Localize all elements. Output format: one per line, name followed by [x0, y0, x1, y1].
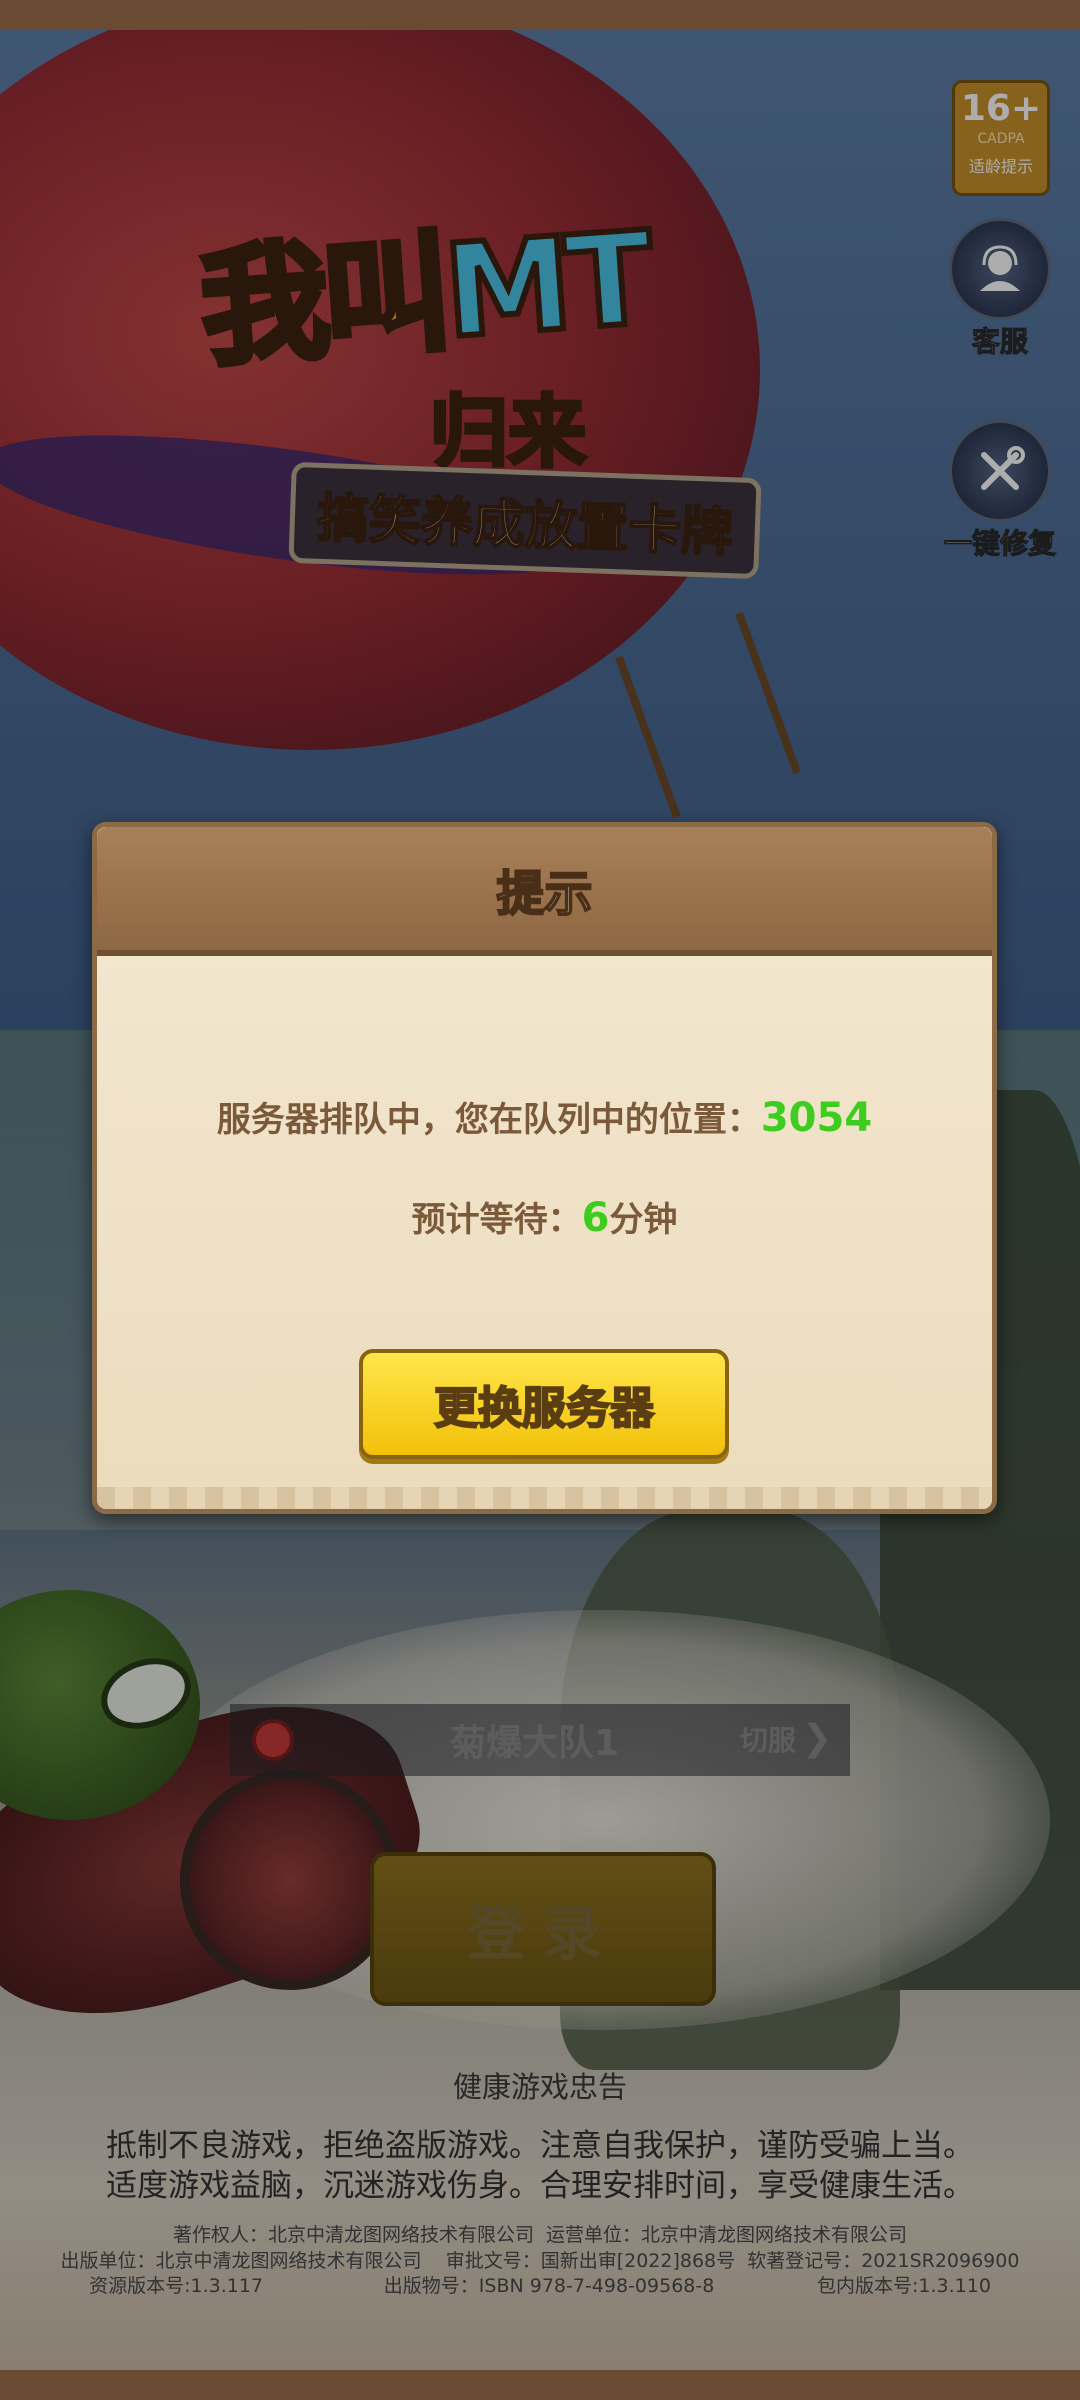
change-server-button[interactable]: 更换服务器: [359, 1349, 729, 1459]
queue-text: 服务器排队中，您在队列中的位置：: [216, 1100, 761, 1140]
wait-minutes: 6: [581, 1195, 610, 1241]
queue-dialog: 提示 服务器排队中，您在队列中的位置：3054 预计等待：6分钟 更换服务器: [92, 822, 997, 1514]
wait-time-message: 预计等待：6分钟: [97, 1192, 992, 1241]
bottom-edge-bar: [0, 2370, 1080, 2400]
queue-message: 服务器排队中，您在队列中的位置：3054: [97, 1092, 992, 1141]
queue-position: 3054: [760, 1095, 873, 1141]
wait-label: 预计等待：: [411, 1200, 582, 1240]
dialog-header: 提示: [97, 827, 992, 956]
dialog-footer-trim: [97, 1487, 992, 1509]
dialog-title: 提示: [495, 865, 593, 923]
top-edge-bar: [0, 0, 1080, 30]
wait-unit: 分钟: [609, 1200, 678, 1240]
